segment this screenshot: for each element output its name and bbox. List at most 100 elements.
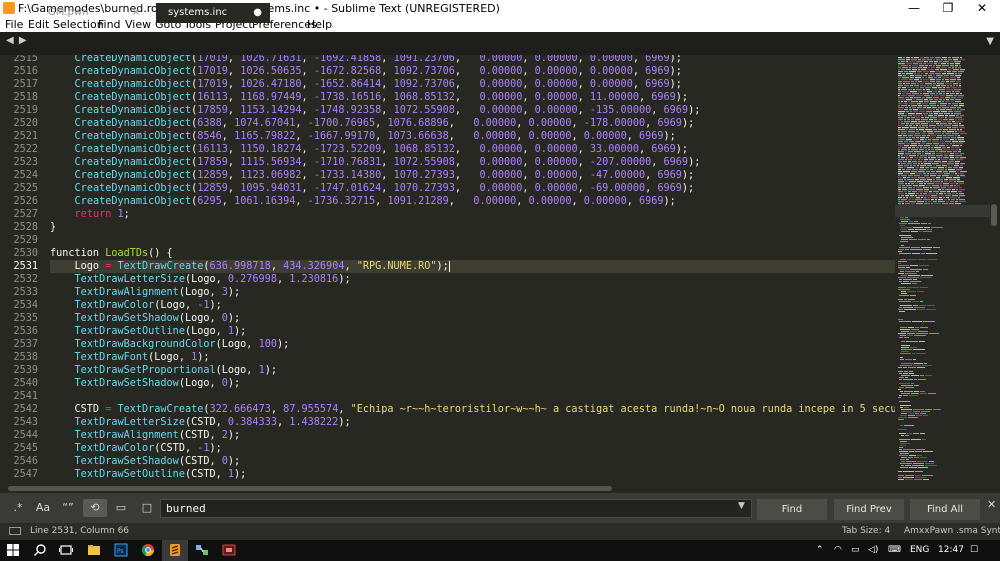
minimap-code-mark [900, 407, 903, 408]
find-all-button[interactable]: Find All [910, 499, 980, 520]
menu-file[interactable]: File [5, 18, 23, 31]
network-app-icon[interactable] [195, 543, 209, 557]
tray-expand-icon[interactable]: ⌃ [816, 540, 824, 561]
find-history-dropdown-icon[interactable]: ▼ [738, 501, 745, 511]
tab-unsaved-dot-icon[interactable]: ● [253, 3, 262, 23]
in-selection-toggle[interactable]: ▭ [109, 499, 133, 517]
code-line[interactable]: TextDrawSetShadow(CSTD, 0); [50, 455, 895, 468]
highlight-matches-toggle[interactable]: □ [135, 499, 159, 517]
regex-toggle[interactable]: .* [6, 499, 30, 517]
minimap-code-mark [959, 193, 964, 195]
find-close-icon[interactable]: ✕ [987, 498, 996, 511]
minimap-code-mark [958, 95, 964, 97]
menu-help[interactable]: Help [307, 18, 332, 31]
minimap-code-mark [922, 141, 926, 143]
code-line[interactable]: TextDrawLetterSize(Logo, 0.276998, 1.230… [50, 273, 895, 286]
tab-size-indicator[interactable]: Tab Size: 4 [842, 523, 890, 540]
input-language[interactable]: ENG [910, 540, 929, 561]
code-line-current[interactable]: Logo = TextDrawCreate(636.998718, 434.32… [50, 260, 895, 273]
minimap-code-mark [910, 85, 913, 87]
notifications-icon[interactable]: ☐ [970, 540, 978, 561]
media-app-icon[interactable] [222, 543, 236, 557]
code-line[interactable]: CreateDynamicObject(8546, 1165.79822, -1… [50, 130, 895, 143]
code-line[interactable]: CreateDynamicObject(17019, 1026.50635, -… [50, 65, 895, 78]
code-line[interactable]: TextDrawBackgroundColor(Logo, 100); [50, 338, 895, 351]
code-line[interactable]: TextDrawFont(Logo, 1); [50, 351, 895, 364]
tab-gm-pwn[interactable]: GM.pwn × [36, 3, 148, 23]
code-line[interactable]: TextDrawSetProportional(Logo, 1); [50, 364, 895, 377]
minimap-code-mark [917, 73, 920, 75]
minimap-code-mark [905, 203, 910, 205]
code-line[interactable]: CreateDynamicObject(12859, 1095.94031, -… [50, 182, 895, 195]
minimap-code-mark [924, 57, 929, 59]
minimap-code-mark [923, 113, 928, 115]
tab-systems-inc[interactable]: systems.inc ● [156, 3, 270, 23]
minimap-code-mark [906, 157, 909, 159]
code-line[interactable]: return 1; [50, 208, 895, 221]
vertical-scrollbar-thumb[interactable] [991, 204, 997, 226]
code-line[interactable]: TextDrawSetOutline(CSTD, 1); [50, 468, 895, 481]
chrome-icon[interactable] [141, 543, 155, 557]
tab-back-icon[interactable]: ◀ [6, 35, 14, 46]
code-line[interactable]: CreateDynamicObject(6295, 1061.16394, -1… [50, 195, 895, 208]
code-line[interactable]: TextDrawColor(Logo, -1); [50, 299, 895, 312]
search-icon[interactable] [33, 543, 47, 557]
code-editor[interactable]: 2515 CreateDynamicObject(17019, 1026.716… [0, 55, 895, 483]
code-line[interactable]: CreateDynamicObject(17859, 1153.14294, -… [50, 104, 895, 117]
minimap-code-mark [905, 195, 909, 197]
code-line[interactable]: CreateDynamicObject(17019, 1026.47180, -… [50, 78, 895, 91]
find-input[interactable]: burned [160, 499, 752, 518]
syntax-indicator[interactable]: AmxxPawn .sma Syntax [904, 523, 1000, 540]
tab-list-dropdown-icon[interactable]: ▼ [986, 36, 994, 47]
tab-close-icon[interactable]: × [132, 3, 140, 23]
code-line[interactable]: CreateDynamicObject(12859, 1123.06982, -… [50, 169, 895, 182]
code-line[interactable]: TextDrawAlignment(Logo, 3); [50, 286, 895, 299]
code-line[interactable]: CreateDynamicObject(6388, 1074.67041, -1… [50, 117, 895, 130]
code-line[interactable]: CreateDynamicObject(16113, 1168.97449, -… [50, 91, 895, 104]
minimap-code-mark [923, 415, 928, 416]
code-line[interactable]: TextDrawLetterSize(CSTD, 0.384333, 1.438… [50, 416, 895, 429]
horizontal-scrollbar-thumb[interactable] [8, 486, 612, 491]
file-explorer-icon[interactable] [87, 543, 101, 557]
code-line[interactable]: } [50, 221, 895, 234]
code-line[interactable]: TextDrawColor(CSTD, -1); [50, 442, 895, 455]
clock[interactable]: 12:47 [938, 540, 964, 561]
minimap-code-mark [937, 103, 939, 105]
code-line[interactable]: TextDrawSetShadow(Logo, 0); [50, 377, 895, 390]
panel-toggle-icon[interactable] [9, 527, 21, 535]
minimap-code-mark [902, 91, 909, 93]
sublime-text-icon[interactable] [168, 543, 182, 557]
case-sensitive-toggle[interactable]: Aa [31, 499, 55, 517]
close-window-button[interactable]: ✕ [965, 0, 999, 17]
wrap-toggle[interactable]: ⟲ [83, 499, 107, 517]
minimize-button[interactable]: — [897, 0, 931, 17]
code-line[interactable] [50, 390, 895, 403]
code-line[interactable]: function LoadTDs() { [50, 247, 895, 260]
volume-icon[interactable]: ◁) [868, 540, 878, 561]
code-line[interactable]: CreateDynamicObject(17859, 1115.56934, -… [50, 156, 895, 169]
minimap-code-mark [915, 81, 917, 83]
find-prev-button[interactable]: Find Prev [834, 499, 904, 520]
tab-forward-icon[interactable]: ▶ [19, 35, 27, 46]
code-line[interactable]: CSTD = TextDrawCreate(322.666473, 87.955… [50, 403, 895, 416]
minimap[interactable] [895, 55, 995, 483]
task-view-icon[interactable] [59, 543, 73, 557]
wifi-icon[interactable]: ◠ [834, 540, 842, 561]
battery-icon[interactable]: ▭ [851, 540, 860, 561]
code-line[interactable]: CreateDynamicObject(17019, 1026.71631, -… [50, 55, 895, 65]
minimap-code-mark [959, 125, 964, 127]
photoshop-icon[interactable]: Ps [114, 543, 128, 557]
maximize-button[interactable]: ❐ [931, 0, 965, 17]
minimap-code-mark [911, 439, 921, 440]
code-line[interactable]: TextDrawAlignment(CSTD, 2); [50, 429, 895, 442]
code-line[interactable]: TextDrawSetShadow(Logo, 0); [50, 312, 895, 325]
keyboard-icon[interactable]: ⌨ [888, 540, 901, 561]
code-line[interactable]: TextDrawSetOutline(Logo, 1); [50, 325, 895, 338]
find-button[interactable]: Find [757, 499, 827, 520]
minimap-code-mark [904, 117, 906, 119]
minimap-code-mark [941, 111, 947, 113]
code-line[interactable] [50, 234, 895, 247]
code-line[interactable]: CreateDynamicObject(16113, 1150.18274, -… [50, 143, 895, 156]
windows-start-icon[interactable] [6, 543, 20, 557]
whole-word-toggle[interactable]: “” [56, 499, 80, 517]
